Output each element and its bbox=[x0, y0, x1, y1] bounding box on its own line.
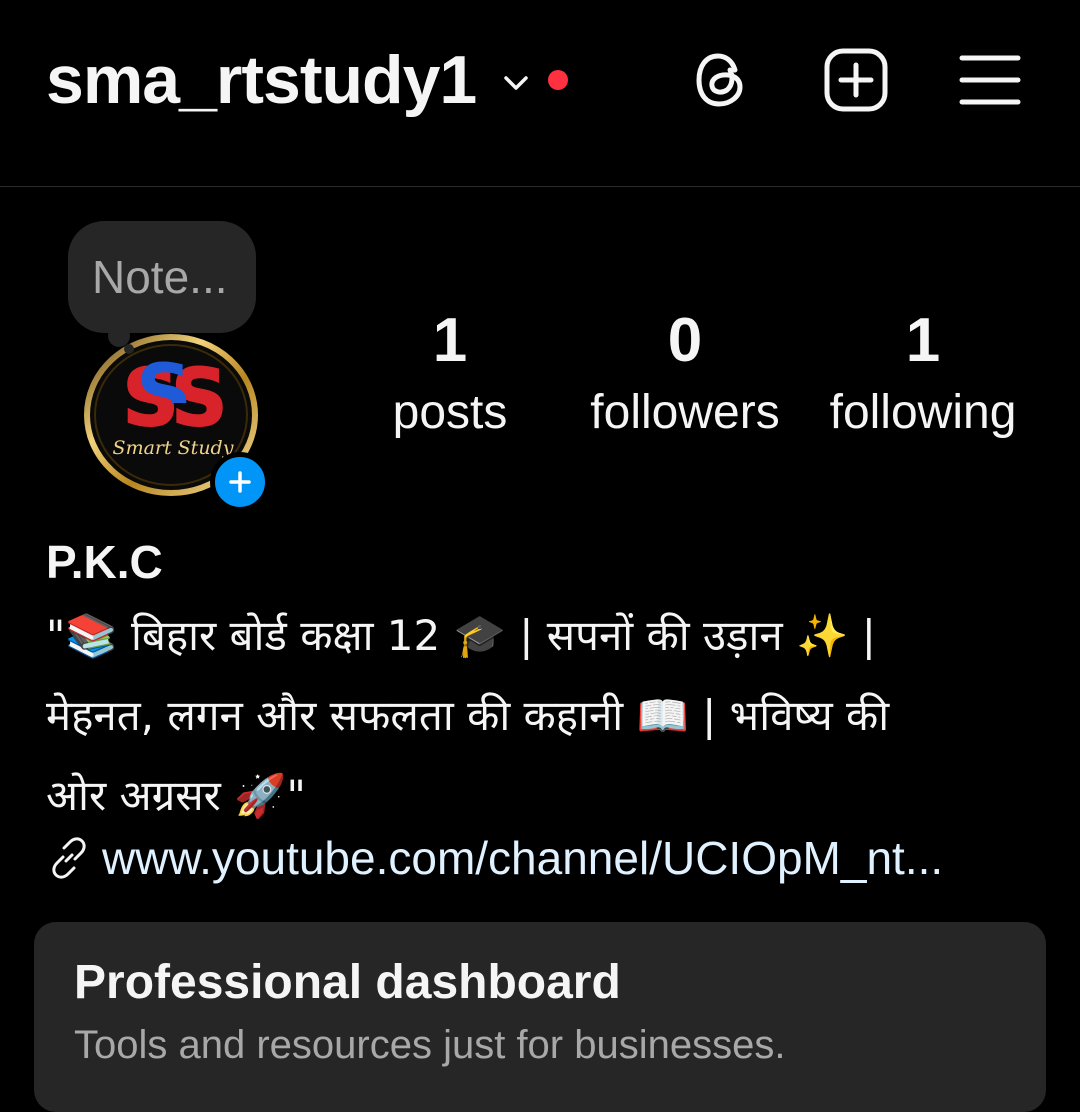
link-icon bbox=[52, 837, 86, 879]
profile-link[interactable]: www.youtube.com/channel/UCIOpM_nt... bbox=[46, 828, 1030, 888]
bio-line: मेहनत, लगन और सफलता की कहानी 📖 | भविष्य … bbox=[46, 691, 890, 740]
profile-name: P.K.C bbox=[46, 536, 163, 588]
professional-dashboard-card[interactable]: Professional dashboard Tools and resourc… bbox=[34, 922, 1046, 1112]
hamburger-menu-icon[interactable] bbox=[956, 46, 1024, 114]
profile-link-text: www.youtube.com/channel/UCIOpM_nt... bbox=[102, 832, 944, 884]
followers-stat[interactable]: 0 followers bbox=[570, 305, 800, 443]
following-stat[interactable]: 1 following bbox=[814, 305, 1032, 443]
note-bubble[interactable]: Note... bbox=[68, 221, 256, 333]
plus-icon bbox=[229, 471, 251, 493]
posts-label: posts bbox=[392, 386, 508, 439]
logo-script: Smart Study bbox=[113, 437, 234, 459]
top-bar: sma_rtstudy1 bbox=[0, 0, 1080, 187]
dashboard-subtitle: Tools and resources just for businesses. bbox=[74, 1023, 786, 1067]
dashboard-title: Professional dashboard bbox=[74, 956, 621, 1009]
create-plus-icon[interactable] bbox=[822, 46, 890, 114]
following-label: following bbox=[829, 386, 1017, 439]
note-placeholder: Note... bbox=[92, 251, 228, 303]
account-switcher[interactable]: sma_rtstudy1 bbox=[46, 40, 569, 120]
posts-count: 1 bbox=[432, 306, 468, 375]
bio-line: "📚 बिहार बोर्ड कक्षा 12 🎓 | सपनों की उड़… bbox=[46, 611, 876, 660]
profile-bio: "📚 बिहार बोर्ड कक्षा 12 🎓 | सपनों की उड़… bbox=[46, 596, 1046, 836]
followers-count: 0 bbox=[667, 306, 703, 375]
bio-line: ओर अग्रसर 🚀" bbox=[46, 771, 306, 820]
threads-icon[interactable] bbox=[688, 46, 756, 114]
following-count: 1 bbox=[905, 306, 941, 375]
username: sma_rtstudy1 bbox=[46, 42, 477, 118]
add-story-button[interactable] bbox=[210, 452, 270, 512]
notification-dot bbox=[548, 70, 569, 90]
chevron-down-icon bbox=[504, 76, 528, 90]
followers-label: followers bbox=[590, 386, 780, 439]
note-bubble-tail-dot bbox=[124, 344, 134, 354]
posts-stat[interactable]: 1 posts bbox=[380, 305, 520, 443]
